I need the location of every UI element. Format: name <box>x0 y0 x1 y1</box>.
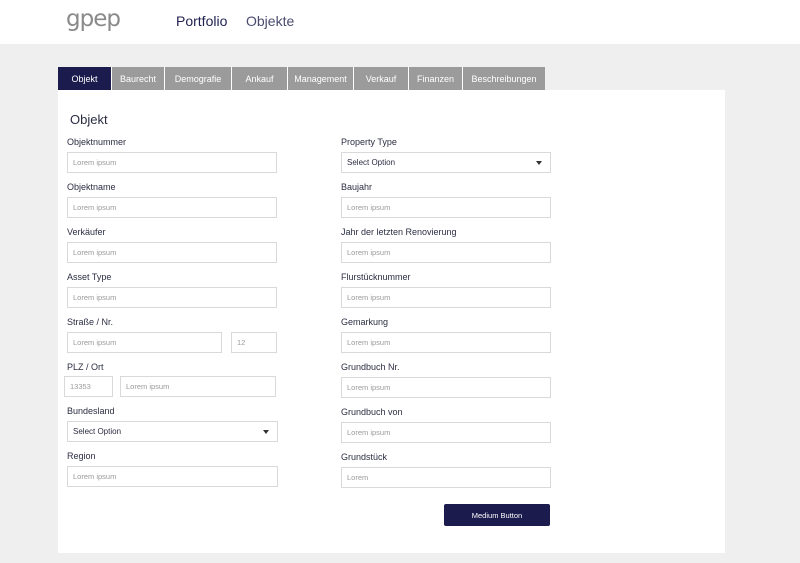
tab-beschreibungen[interactable]: Beschreibungen <box>463 67 545 90</box>
plz-input[interactable]: 13353 <box>64 376 113 397</box>
strasse-label: Straße / Nr. <box>67 317 114 327</box>
grundstueck-label: Grundstück <box>341 452 388 462</box>
bundesland-select-value: Select Option <box>73 427 122 436</box>
ort-input[interactable]: Lorem ipsum <box>120 376 276 397</box>
asset-type-label: Asset Type <box>67 272 112 282</box>
plz-ort-label: PLZ / Ort <box>67 362 104 372</box>
medium-button[interactable]: Medium Button <box>444 504 550 526</box>
hausnummer-input[interactable]: 12 <box>231 332 277 353</box>
strasse-input[interactable]: Lorem ipsum <box>67 332 222 353</box>
top-navbar: gpep Portfolio Objekte <box>0 0 800 44</box>
grundstueck-input[interactable]: Lorem <box>341 467 551 488</box>
verkaeufer-label: Verkäufer <box>67 227 106 237</box>
grundbuch-nr-label: Grundbuch Nr. <box>341 362 400 372</box>
gemarkung-input[interactable]: Lorem ipsum <box>341 332 551 353</box>
region-label: Region <box>67 451 96 461</box>
renovierung-label: Jahr der letzten Renovierung <box>341 227 457 237</box>
section-title: Objekt <box>70 112 108 127</box>
objektnummer-input[interactable]: Lorem ipsum <box>67 152 277 173</box>
tab-bar: Objekt Baurecht Demografie Ankauf Manage… <box>58 67 545 90</box>
grundbuch-von-label: Grundbuch von <box>341 407 403 417</box>
property-type-label: Property Type <box>341 137 397 147</box>
tab-finanzen[interactable]: Finanzen <box>409 67 463 90</box>
property-type-select-value: Select Option <box>347 158 396 167</box>
bundesland-select[interactable]: Select Option <box>67 421 278 442</box>
flurstueck-input[interactable]: Lorem ipsum <box>341 287 551 308</box>
nav-objekte-link[interactable]: Objekte <box>246 13 294 29</box>
verkaeufer-input[interactable]: Lorem ipsum <box>67 242 277 263</box>
asset-type-input[interactable]: Lorem ipsum <box>67 287 277 308</box>
chevron-down-icon <box>263 429 269 434</box>
nav-portfolio-link[interactable]: Portfolio <box>176 13 227 29</box>
flurstueck-label: Flurstücknummer <box>341 272 411 282</box>
region-input[interactable]: Lorem ipsum <box>67 466 278 487</box>
gpep-logo[interactable]: gpep <box>66 6 121 32</box>
gemarkung-label: Gemarkung <box>341 317 389 327</box>
tab-verkauf[interactable]: Verkauf <box>354 67 409 90</box>
baujahr-input[interactable]: Lorem ipsum <box>341 197 551 218</box>
objektname-input[interactable]: Lorem ipsum <box>67 197 277 218</box>
chevron-down-icon <box>536 160 542 165</box>
tab-ankauf[interactable]: Ankauf <box>232 67 288 90</box>
property-type-select[interactable]: Select Option <box>341 152 551 173</box>
grundbuch-von-input[interactable]: Lorem ipsum <box>341 422 551 443</box>
objektname-label: Objektname <box>67 182 116 192</box>
tab-objekt[interactable]: Objekt <box>58 67 112 90</box>
renovierung-input[interactable]: Lorem ipsum <box>341 242 551 263</box>
grundbuch-nr-input[interactable]: Lorem ipsum <box>341 377 551 398</box>
baujahr-label: Baujahr <box>341 182 373 192</box>
tab-management[interactable]: Management <box>288 67 354 90</box>
tab-baurecht[interactable]: Baurecht <box>112 67 165 90</box>
bundesland-label: Bundesland <box>67 406 115 416</box>
objektnummer-label: Objektnummer <box>67 137 127 147</box>
tab-demografie[interactable]: Demografie <box>165 67 232 90</box>
